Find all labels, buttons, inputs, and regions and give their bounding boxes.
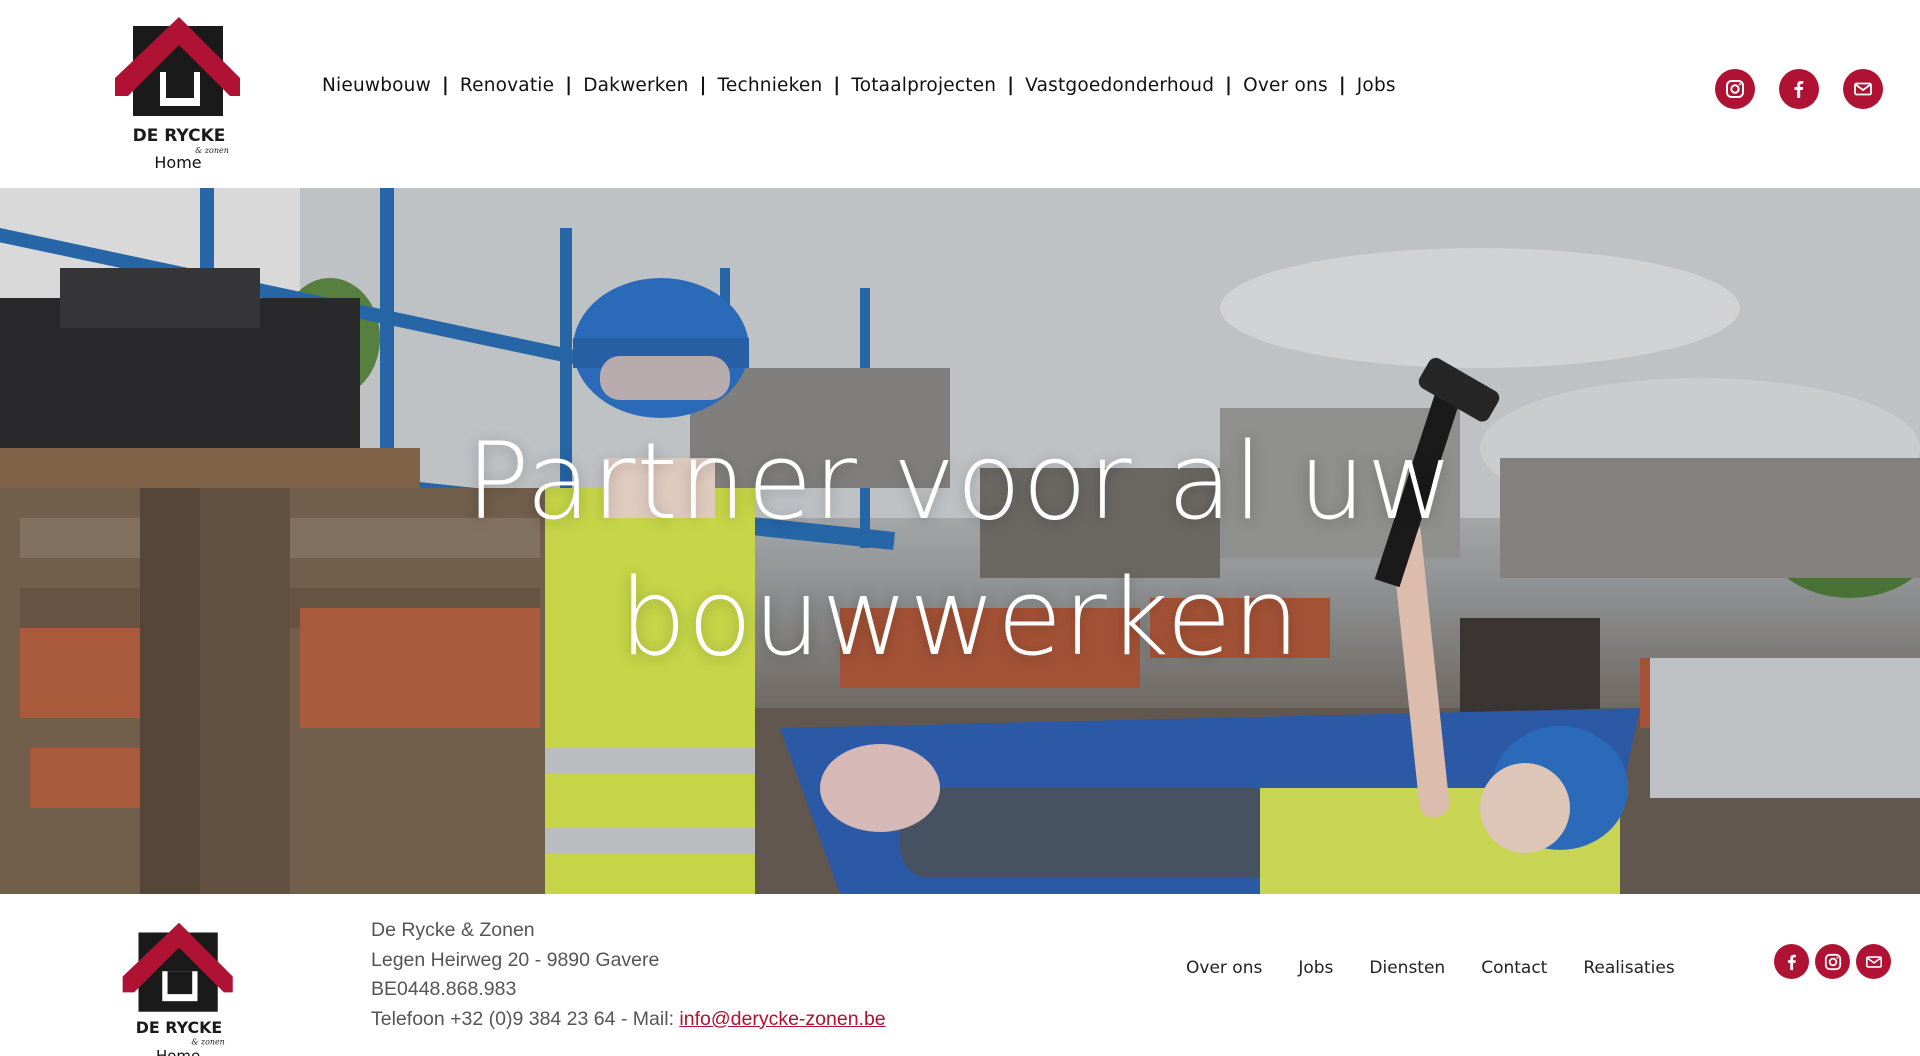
footer-logo-tagline: & zonen	[191, 1037, 224, 1046]
footer-email-link[interactable]: info@derycke-zonen.be	[679, 1008, 885, 1030]
nav-separator: |	[1007, 74, 1015, 96]
nav-separator: |	[565, 74, 573, 96]
footer-social-links	[1774, 944, 1891, 979]
footer-nav: Over ons Jobs Diensten Contact Realisati…	[1186, 958, 1711, 978]
footer-logo-name: DE RYCKE	[136, 1018, 222, 1037]
logo-house-mark: DE RYCKE & zonen Home	[115, 17, 240, 172]
footer-phone: Telefoon +32 (0)9 384 23 64 - Mail:	[371, 1007, 680, 1030]
footer-address: Legen Heirweg 20 - 9890 Gavere	[371, 948, 660, 971]
footer-link-diensten[interactable]: Diensten	[1369, 958, 1445, 978]
site-logo[interactable]: DE RYCKE & zonen Home	[112, 14, 246, 172]
footer-company-name: De Rycke & Zonen	[371, 919, 535, 941]
footer-link-jobs[interactable]: Jobs	[1298, 958, 1333, 978]
footer-vat-number: BE0448.868.983	[371, 978, 517, 1000]
logo-home-label: Home	[154, 153, 201, 172]
nav-separator: |	[1225, 74, 1233, 96]
instagram-icon[interactable]	[1715, 69, 1755, 109]
main-nav: Nieuwbouw | Renovatie | Dakwerken | Tech…	[322, 70, 1396, 100]
facebook-icon[interactable]	[1774, 944, 1809, 979]
nav-item-renovatie[interactable]: Renovatie	[460, 75, 554, 96]
hero-heading-line-1: Partner voor al uw	[465, 420, 1455, 544]
footer-link-contact[interactable]: Contact	[1481, 958, 1547, 978]
hero-heading-line-2: bouwwerken	[619, 556, 1301, 680]
nav-separator: |	[1338, 74, 1346, 96]
nav-item-technieken[interactable]: Technieken	[718, 75, 823, 96]
mail-icon[interactable]	[1843, 69, 1883, 109]
mail-icon[interactable]	[1856, 944, 1891, 979]
footer-contact-line: Telefoon +32 (0)9 384 23 64 - Mail: info…	[371, 1005, 886, 1035]
nav-item-nieuwbouw[interactable]: Nieuwbouw	[322, 75, 431, 96]
nav-separator: |	[441, 74, 449, 96]
footer-logo[interactable]: DE RYCKE & zonen Home	[120, 920, 238, 1056]
instagram-icon[interactable]	[1815, 944, 1850, 979]
nav-item-vastgoedonderhoud[interactable]: Vastgoedonderhoud	[1025, 75, 1214, 96]
footer-logo-house-mark: DE RYCKE & zonen Home	[122, 922, 233, 1056]
footer-contact-info: De Rycke & Zonen Legen Heirweg 20 - 9890…	[371, 916, 886, 1034]
site-header: DE RYCKE & zonen Home Nieuwbouw | Renova…	[0, 0, 1920, 188]
site-footer: DE RYCKE & zonen Home De Rycke & Zonen L…	[0, 894, 1920, 1056]
footer-link-over-ons[interactable]: Over ons	[1186, 958, 1262, 978]
header-social-links	[1715, 69, 1883, 109]
hero-banner: Partner voor al uw bouwwerken	[0, 188, 1920, 894]
hero-heading: Partner voor al uw bouwwerken	[0, 414, 1920, 686]
nav-item-jobs[interactable]: Jobs	[1357, 75, 1396, 96]
footer-logo-home-label: Home	[156, 1047, 200, 1056]
nav-separator: |	[833, 74, 841, 96]
nav-separator: |	[699, 74, 707, 96]
logo-name: DE RYCKE	[133, 126, 226, 146]
footer-link-realisaties[interactable]: Realisaties	[1583, 958, 1674, 978]
nav-item-dakwerken[interactable]: Dakwerken	[583, 75, 688, 96]
nav-item-over-ons[interactable]: Over ons	[1243, 75, 1328, 96]
facebook-icon[interactable]	[1779, 69, 1819, 109]
nav-item-totaalprojecten[interactable]: Totaalprojecten	[851, 75, 996, 96]
